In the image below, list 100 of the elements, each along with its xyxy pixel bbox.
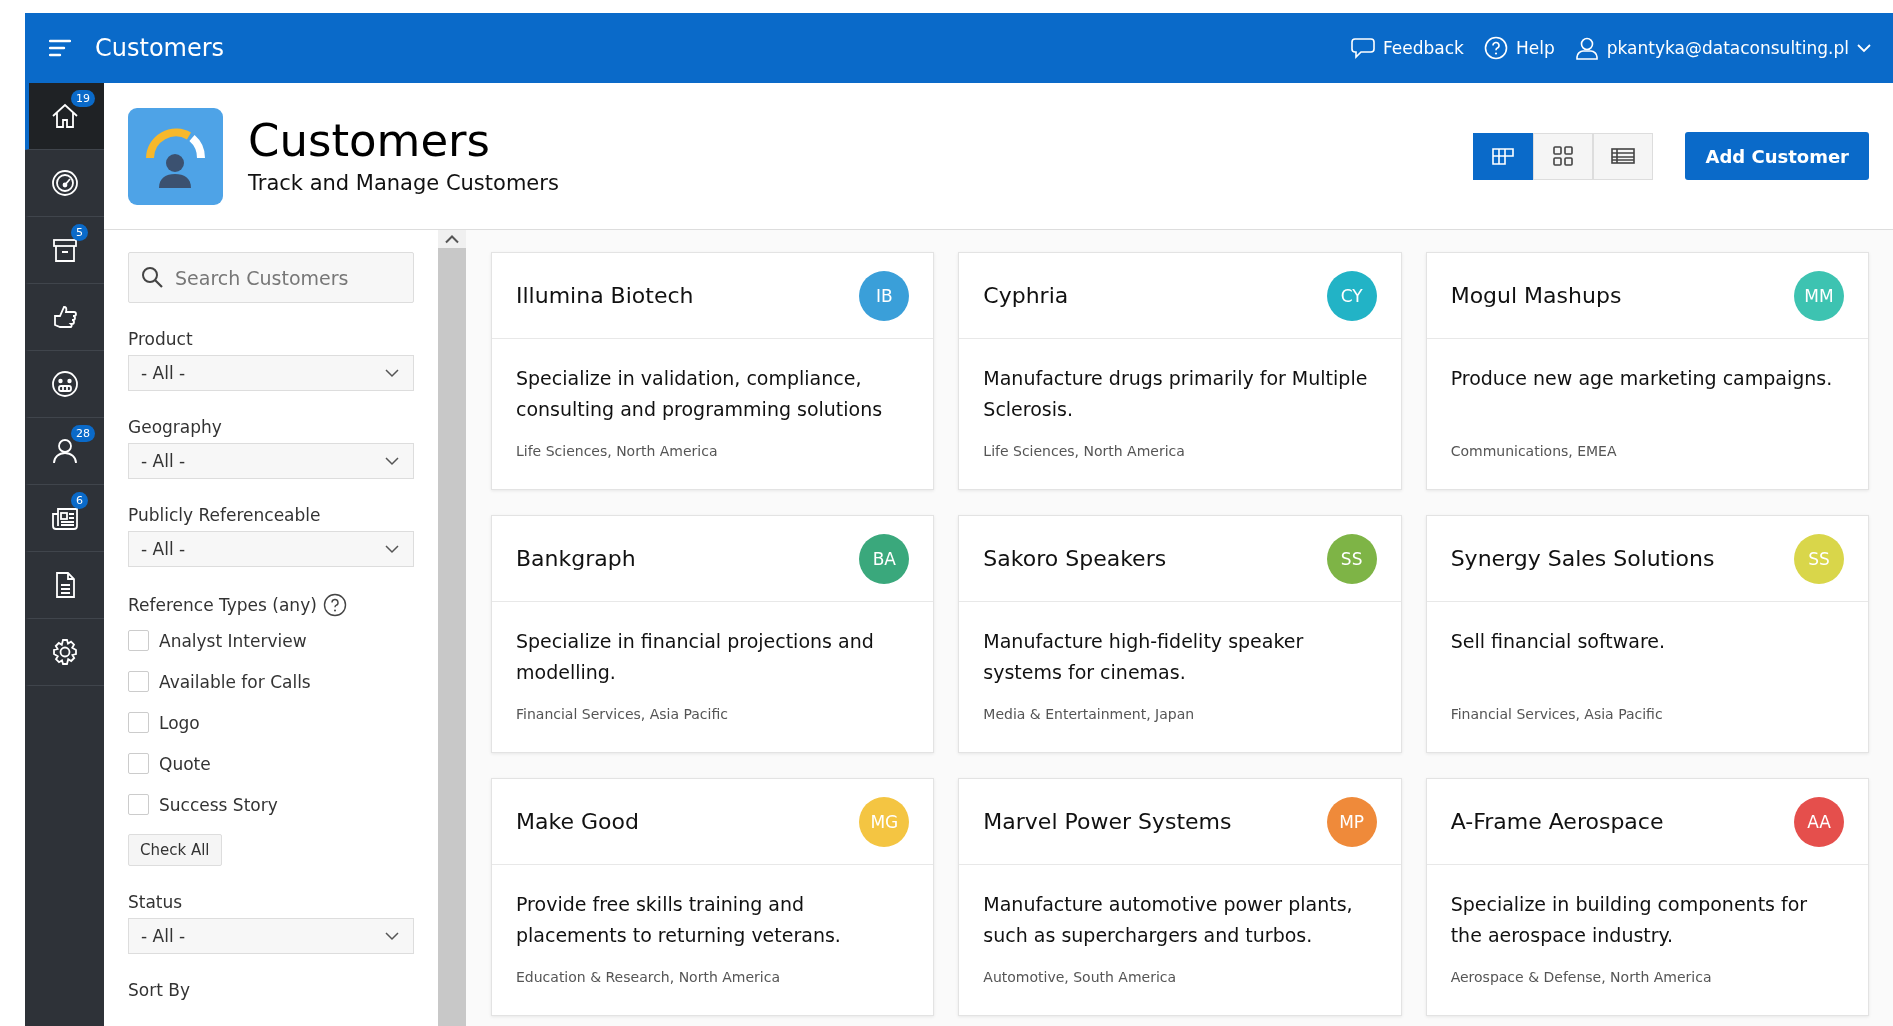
table-icon	[1610, 147, 1637, 165]
search-field[interactable]: Search Customers	[128, 252, 414, 303]
count-badge: 5	[71, 224, 88, 241]
customer-name: Make Good	[516, 809, 639, 834]
checkbox[interactable]	[128, 794, 149, 815]
customer-card[interactable]: Sakoro Speakers SS Manufacture high-fidelity speaker systems for cinemas. Media & Entertainment, Japan	[958, 515, 1402, 753]
initials-avatar: SS	[1794, 533, 1844, 584]
customer-description: Manufacture automotive power plants, such as superchargers and turbos.	[983, 892, 1354, 948]
chevron-down-icon	[385, 931, 399, 941]
page-subtitle: Track and Manage Customers	[248, 170, 559, 195]
customer-card[interactable]: Mogul Mashups MM Produce new age marketing campaigns. Communications, EMEA	[1425, 252, 1869, 490]
filter-label: Publicly Referenceable	[128, 505, 322, 525]
checkbox[interactable]	[128, 671, 149, 692]
chevron-down-icon	[385, 456, 399, 466]
customer-name: Mogul Mashups	[1450, 283, 1622, 308]
filter-label: Reference Types (any)	[128, 595, 317, 615]
add-customer-button[interactable]: Add Customer	[1685, 132, 1869, 180]
customer-name: Sakoro Speakers	[983, 546, 1167, 571]
select-field[interactable]: - All -	[128, 355, 414, 391]
checkbox-label[interactable]: Analyst Interview	[159, 630, 307, 651]
help-icon[interactable]	[322, 593, 347, 617]
customer-description: Manufacture high-fidelity speaker systems for cinemas.	[983, 629, 1305, 685]
filter-label: Sort By	[128, 980, 191, 1000]
select-field[interactable]: - All -	[128, 918, 414, 954]
checkbox-label[interactable]: Quote	[159, 753, 211, 774]
help-icon	[1483, 36, 1508, 60]
customer-tags: Financial Services, Asia Pacific	[1450, 706, 1844, 722]
customer-card[interactable]: Bankgraph BA Specialize in financial projections and modelling. Financial Services, Asia Pacific	[491, 515, 935, 753]
page-title: Customers	[248, 117, 492, 165]
initials-avatar: SS	[1326, 533, 1377, 584]
checkbox[interactable]	[128, 712, 149, 733]
menu-icon[interactable]	[49, 39, 71, 57]
customer-card[interactable]: Marvel Power Systems MP Manufacture automotive power plants, such as superchargers and turbos. Automotive, South America	[958, 778, 1402, 1016]
customer-tags: Aerospace & Defense, North America	[1450, 969, 1844, 985]
customer-name: Cyphria	[983, 283, 1069, 308]
chevron-down-icon	[1857, 43, 1871, 53]
customer-card[interactable]: Make Good MG Provide free skills training and placements to returning veterans. Education & Research, North America	[491, 778, 935, 1016]
nav-item[interactable]: 28	[25, 418, 104, 485]
checkbox-label[interactable]: Logo	[159, 712, 200, 733]
table-view-button[interactable]	[1593, 132, 1654, 180]
grid-icon	[1552, 145, 1575, 167]
customer-description: Specialize in building components for the aerospace industry.	[1450, 892, 1809, 948]
customer-card[interactable]: Synergy Sales Solutions SS Sell financial software. Financial Services, Asia Pacific	[1425, 515, 1869, 753]
cards-view-button[interactable]	[1473, 132, 1534, 180]
cards-layout-icon	[1491, 146, 1516, 166]
customer-description: Provide free skills training and placements to returning veterans.	[516, 892, 842, 948]
count-badge: 19	[71, 90, 95, 107]
customer-name: Marvel Power Systems	[983, 809, 1232, 834]
customer-tags: Life Sciences, North America	[516, 443, 910, 459]
customer-card[interactable]: Illumina Biotech IB Specialize in validation, compliance, consulting and programming solutions Life Sciences, North America	[491, 252, 935, 490]
customer-description: Sell financial software.	[1450, 629, 1667, 654]
customer-name: Bankgraph	[516, 546, 636, 571]
customer-name: Illumina Biotech	[516, 283, 694, 308]
nav-item[interactable]: 19	[25, 83, 104, 150]
check-all-button[interactable]: Check All	[128, 834, 222, 866]
customer-tags: Media & Entertainment, Japan	[983, 706, 1377, 722]
customer-card[interactable]: Cyphria CY Manufacture drugs primarily for Multiple Sclerosis. Life Sciences, North America	[958, 252, 1402, 490]
customer-description: Specialize in validation, compliance, consulting and programming solutions	[516, 366, 884, 422]
initials-avatar: MM	[1794, 270, 1844, 321]
initials-avatar: MP	[1326, 796, 1377, 847]
initials-avatar: BA	[859, 533, 910, 584]
gauge-icon	[49, 168, 80, 198]
help-link[interactable]: Help	[1483, 36, 1555, 60]
nav-item[interactable]: 6	[25, 485, 104, 552]
customer-description: Produce new age marketing campaigns.	[1450, 366, 1834, 391]
face-icon	[49, 369, 80, 399]
initials-avatar: CY	[1326, 270, 1377, 321]
nav-item[interactable]: 5	[25, 217, 104, 284]
select-field[interactable]: - All -	[128, 531, 414, 567]
customer-name: A-Frame Aerospace	[1450, 809, 1664, 834]
speech-bubble-icon	[1351, 37, 1375, 59]
checkbox-label[interactable]: Available for Calls	[159, 671, 311, 692]
filter-label: Geography	[128, 417, 223, 437]
customer-description: Manufacture drugs primarily for Multiple Sclerosis.	[983, 366, 1369, 422]
user-menu[interactable]: pkantyka@dataconsulting.pl	[1574, 36, 1871, 60]
customer-logo-icon	[128, 107, 223, 205]
count-badge: 28	[71, 425, 95, 442]
initials-avatar: IB	[859, 270, 910, 321]
count-badge: 6	[71, 492, 88, 509]
user-icon	[1574, 36, 1599, 60]
filter-label: Product	[128, 329, 194, 349]
feedback-link[interactable]: Feedback	[1351, 37, 1464, 59]
customer-tags: Financial Services, Asia Pacific	[516, 706, 910, 722]
select-field[interactable]: - All -	[128, 443, 414, 479]
initials-avatar: AA	[1794, 796, 1844, 847]
customer-tags: Education & Research, North America	[516, 969, 910, 985]
customer-card[interactable]: A-Frame Aerospace AA Specialize in building components for the aerospace industry. Aerospace & Defense, North America	[1425, 778, 1869, 1016]
filter-label: Status	[128, 892, 184, 912]
checkbox[interactable]	[128, 630, 149, 651]
initials-avatar: MG	[859, 796, 910, 847]
chevron-down-icon	[385, 544, 399, 554]
scrollbar[interactable]	[438, 230, 466, 1026]
checkbox[interactable]	[128, 753, 149, 774]
checkbox-label[interactable]: Success Story	[159, 794, 278, 815]
chevron-up-icon[interactable]	[438, 230, 466, 248]
chevron-down-icon	[385, 368, 399, 378]
customer-tags: Communications, EMEA	[1450, 443, 1844, 459]
customer-tags: Automotive, South America	[983, 969, 1377, 985]
grid-view-button[interactable]	[1533, 132, 1594, 180]
customer-description: Specialize in financial projections and modelling.	[516, 629, 875, 685]
